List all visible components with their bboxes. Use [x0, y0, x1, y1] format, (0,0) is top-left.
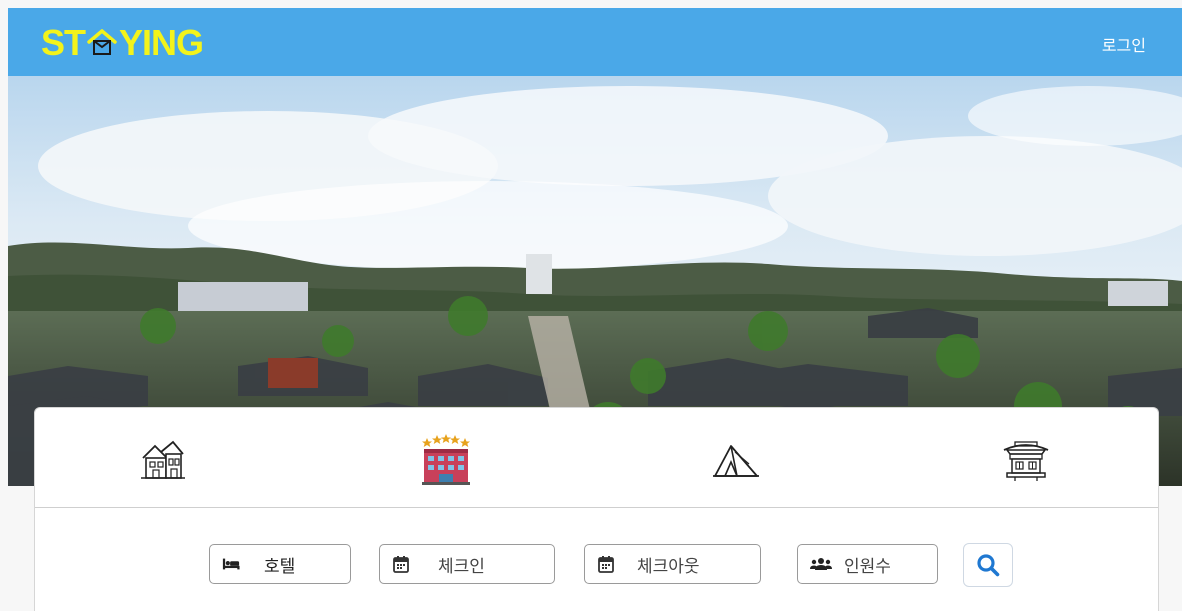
login-link[interactable]: 로그인	[1102, 32, 1146, 56]
accommodation-type-row	[35, 408, 1158, 508]
guests-placeholder: 인원수	[844, 556, 891, 577]
camping-tent-icon	[713, 445, 759, 477]
house-icon	[87, 29, 117, 55]
logo-text-right: YING	[119, 22, 204, 63]
type-guesthouse-button[interactable]	[132, 430, 192, 490]
users-icon	[810, 555, 832, 573]
bed-icon	[222, 555, 240, 573]
checkin-date-field[interactable]: 체크인	[379, 544, 555, 584]
page: ST YING 로그인 호텔 체크인 체크아웃 인원수	[0, 0, 1182, 611]
calendar-icon	[392, 555, 410, 573]
header-bar: ST YING 로그인	[8, 8, 1182, 76]
search-icon	[977, 554, 1000, 577]
hotel-icon	[422, 434, 470, 485]
checkin-placeholder: 체크인	[438, 556, 485, 577]
logo-text-left: ST	[41, 22, 86, 63]
search-card: 호텔 체크인 체크아웃 인원수	[34, 407, 1159, 611]
accommodation-type-value: 호텔	[264, 556, 296, 577]
hanok-icon	[1003, 441, 1049, 481]
type-camping-button[interactable]	[706, 430, 766, 490]
guests-field[interactable]: 인원수	[797, 544, 938, 584]
card-divider	[35, 507, 1158, 508]
guesthouse-icon	[141, 440, 185, 479]
calendar-icon	[597, 555, 615, 573]
type-hotel-button[interactable]	[416, 430, 476, 490]
search-button[interactable]	[963, 543, 1013, 587]
checkout-placeholder: 체크아웃	[637, 556, 700, 577]
logo[interactable]: ST YING	[41, 22, 204, 63]
checkout-date-field[interactable]: 체크아웃	[584, 544, 761, 584]
type-hanok-button[interactable]	[996, 430, 1056, 490]
accommodation-type-select[interactable]: 호텔	[209, 544, 351, 584]
